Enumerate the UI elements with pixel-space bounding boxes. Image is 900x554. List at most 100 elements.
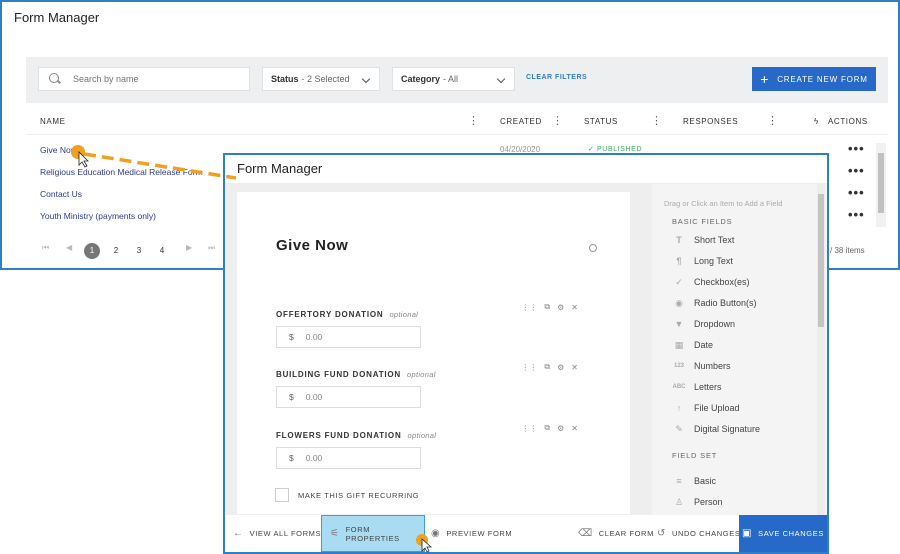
gear-icon[interactable]: ⚙ [557,303,564,312]
page-3[interactable]: 3 [131,243,147,259]
page-1[interactable]: 1 [84,243,100,259]
form-name-link[interactable]: Religious Education Medical Release Form [40,167,203,177]
palette-item[interactable]: ♙ Person [672,495,723,509]
column-header-created[interactable]: CREATED [500,117,542,126]
palette-item[interactable]: ↑ File Upload [672,401,740,415]
category-filter-dropdown[interactable]: Category - All [392,67,515,91]
first-page-icon[interactable]: ⏮ [42,243,49,253]
drag-handle-icon[interactable]: ⋮⋮ [521,363,537,372]
close-icon[interactable]: ✕ [571,363,578,372]
close-icon[interactable]: ✕ [571,424,578,433]
field-type-icon: ▼ [674,319,684,329]
palette-item[interactable]: 123 Numbers [672,359,731,373]
recurring-checkbox[interactable] [275,488,289,502]
field-label: BUILDING FUND DONATION [276,370,401,379]
drag-handle-icon[interactable]: ⋮⋮ [521,303,537,312]
palette-item[interactable]: ▦ Date [672,338,713,352]
page-4[interactable]: 4 [154,243,170,259]
column-header-responses[interactable]: RESPONSES [683,117,738,126]
field-palette: Drag or Click an Item to Add a Field BAS… [652,184,827,515]
column-menu-icon[interactable] [767,114,779,127]
form-name-link[interactable]: Youth Ministry (payments only) [40,211,156,221]
form-title[interactable]: Give Now [276,237,348,254]
field-type-icon: 123 [673,363,684,369]
category-filter-label: Category [401,74,441,84]
row-actions-button[interactable]: ••• [848,141,865,156]
sliders-icon: ⚟ [330,528,340,539]
gear-icon[interactable]: ⚙ [557,363,564,372]
form-field-building[interactable]: BUILDING FUND DONATION optional $0.00 ⋮⋮ ⧉… [276,362,606,408]
create-new-form-label: CREATE NEW FORM [777,74,868,84]
status-filter-dropdown[interactable]: Status - 2 Selected [262,67,380,91]
currency-symbol: $ [289,392,294,402]
palette-item[interactable]: ✓ Checkbox(es) [672,275,749,289]
page-2[interactable]: 2 [108,243,124,259]
scrollbar-thumb[interactable] [818,194,824,327]
scrollbar-thumb[interactable] [878,153,884,213]
field-set-header: FIELD SET [672,451,718,460]
last-page-icon[interactable]: ⏭ [208,243,215,253]
palette-item-label: Person [694,497,723,507]
copy-icon[interactable]: ⧉ [544,362,550,372]
optional-tag: optional [407,370,436,379]
copy-icon[interactable]: ⧉ [544,423,550,433]
amount-input[interactable]: $0.00 [276,386,421,408]
view-all-forms-button[interactable]: ← VIEW ALL FORMS [233,515,321,552]
undo-changes-label: UNDO CHANGES [671,529,741,538]
gear-icon[interactable]: ⚙ [557,424,564,433]
form-name-link[interactable]: Give Now [40,145,77,155]
drag-handle-icon[interactable]: ⋮⋮ [521,424,537,433]
amount-input[interactable]: $0.00 [276,447,421,469]
eye-icon: ◉ [431,528,441,539]
undo-changes-button[interactable]: ↺ UNDO CHANGES [657,515,740,552]
palette-item[interactable]: T Short Text [672,233,734,247]
preview-form-button[interactable]: ◉ PREVIEW FORM [431,515,512,552]
row-actions-button[interactable]: ••• [848,207,865,222]
recurring-checkbox-row[interactable]: MAKE THIS GIFT RECURRING [275,488,419,502]
create-new-form-button[interactable]: + CREATE NEW FORM [752,67,876,91]
column-header-name[interactable]: NAME [40,117,66,126]
amount-input[interactable]: $0.00 [276,326,421,348]
clear-filters-link[interactable]: CLEAR FILTERS [526,74,587,81]
palette-item[interactable]: ▼ Dropdown [672,317,736,331]
palette-item[interactable]: ◉ Radio Button(s) [672,296,756,310]
amount-placeholder: 0.00 [305,392,323,402]
form-field-flowers[interactable]: FLOWERS FUND DONATION optional $0.00 ⋮⋮ ⧉ ⚙… [276,423,606,469]
row-actions-button[interactable]: ••• [848,163,865,178]
form-canvas: Give Now OFFERTORY DONATION optional $0.0… [237,192,630,514]
form-field-offertory[interactable]: OFFERTORY DONATION optional $0.00 ⋮⋮ ⧉ ⚙ ✕ [276,302,606,348]
palette-scrollbar[interactable] [817,184,825,515]
column-menu-icon[interactable] [651,114,663,127]
column-header-status[interactable]: STATUS [584,117,618,126]
palette-item[interactable]: ≡ Basic [672,474,716,488]
column-menu-icon[interactable] [552,114,564,127]
row-actions-button[interactable]: ••• [848,185,865,200]
status-filter-label: Status [271,74,299,84]
field-label: FLOWERS FUND DONATION [276,431,402,440]
amount-placeholder: 0.00 [305,453,323,463]
basic-fields-header: BASIC FIELDS [672,217,733,226]
currency-symbol: $ [289,332,294,342]
clear-form-button[interactable]: ⌫ CLEAR FORM [578,515,654,552]
close-icon[interactable]: ✕ [571,303,578,312]
save-changes-button[interactable]: ▣ SAVE CHANGES [739,515,827,552]
palette-item[interactable]: ¶ Long Text [672,254,732,268]
form-settings-gear-icon[interactable] [589,244,597,252]
field-type-icon: ◉ [675,297,683,308]
palette-item-label: Short Text [694,235,735,245]
palette-item-label: File Upload [694,403,740,413]
prev-page-icon[interactable]: ◀ [66,243,72,252]
form-builder-window: Form Manager Give Now OFFERTORY DONATION… [223,153,829,554]
next-page-icon[interactable]: ▶ [186,243,192,252]
search-input[interactable] [73,74,243,84]
palette-item[interactable]: ✎ Digital Signature [672,422,760,436]
palette-item[interactable]: ABC Letters [672,380,722,394]
optional-tag: optional [389,310,419,319]
search-box[interactable] [38,67,250,91]
copy-icon[interactable]: ⧉ [544,302,550,312]
palette-item-label: Basic [694,476,717,486]
form-properties-button[interactable]: ⚟ FORM PROPERTIES [321,515,425,552]
table-scrollbar[interactable] [876,143,886,227]
form-name-link[interactable]: Contact Us [40,189,82,199]
column-menu-icon[interactable] [468,114,480,127]
